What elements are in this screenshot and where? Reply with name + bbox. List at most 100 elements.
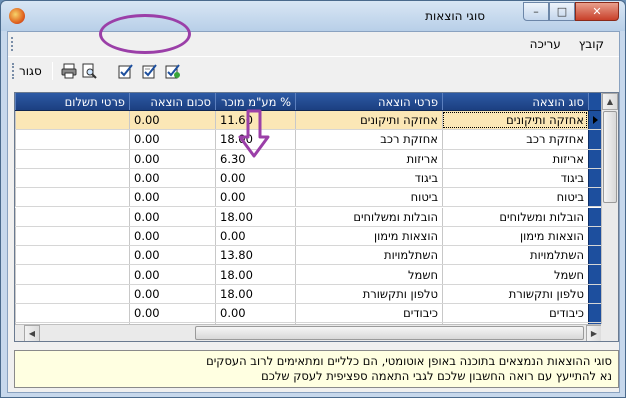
minimize-button[interactable]: – — [523, 2, 549, 21]
cell-expense-type[interactable]: אחזקת רכב — [442, 130, 588, 149]
cell-payment-details[interactable] — [15, 265, 129, 284]
cell-expense-details[interactable]: ביגוד — [295, 168, 442, 188]
scroll-left-button[interactable]: ◀ — [24, 325, 40, 341]
header-payment-details[interactable]: פרטי תשלום — [15, 93, 129, 110]
cell-expense-sum[interactable]: 0.00 — [129, 226, 215, 246]
cell-vat-percent[interactable]: 0.00 — [215, 226, 295, 246]
cell-payment-details[interactable] — [15, 226, 129, 246]
table-row[interactable]: כיבודים כיבודים 0.00 0.00 — [15, 304, 602, 324]
cell-vat-percent[interactable]: 6.30 — [215, 149, 295, 168]
cell-expense-sum[interactable]: 0.00 — [129, 265, 215, 284]
table-row[interactable]: הובלות ומשלוחים הובלות ומשלוחים 18.00 0.00 — [15, 207, 602, 227]
cell-vat-percent[interactable]: 0.00 — [215, 188, 295, 207]
menu-edit[interactable]: עריכה — [521, 37, 570, 51]
cell-payment-details[interactable] — [15, 188, 129, 207]
cell-expense-type[interactable]: השתלמויות — [442, 246, 588, 265]
table-row[interactable]: הוצאות מימון הוצאות מימון 0.00 0.00 — [15, 226, 602, 247]
row-indicator-cell — [588, 265, 602, 284]
table-row[interactable]: ביטוח ביטוח 0.00 0.00 — [15, 188, 602, 208]
table-row[interactable]: טלפון ותקשורת טלפון ותקשורת 18.00 0.00 — [15, 284, 602, 304]
cell-vat-percent[interactable]: 18.00 — [215, 265, 295, 284]
cell-expense-type[interactable]: ביגוד — [442, 168, 588, 188]
cell-expense-details[interactable]: טלפון ותקשורת — [295, 284, 442, 303]
cell-payment-details[interactable] — [15, 304, 129, 323]
cell-expense-sum[interactable]: 0.00 — [129, 149, 215, 168]
approve-check-icon[interactable] — [141, 62, 159, 80]
cell-payment-details[interactable] — [15, 111, 129, 130]
cell-expense-type[interactable]: חשמל — [442, 265, 588, 284]
edit-check-icon[interactable] — [117, 62, 135, 80]
header-vat-percent[interactable]: % מע"מ מוכר — [215, 93, 295, 110]
cell-expense-details[interactable]: אחזקת רכב — [295, 130, 442, 149]
header-expense-details[interactable]: פרטי הוצאה — [295, 93, 442, 110]
cell-expense-sum[interactable]: 0.00 — [129, 111, 215, 130]
cell-expense-sum[interactable]: 0.00 — [129, 304, 215, 323]
vertical-scroll-thumb[interactable] — [603, 111, 617, 203]
header-indicator-cell — [588, 93, 602, 110]
scroll-up-button[interactable]: ▲ — [602, 93, 618, 110]
maximize-button[interactable]: □ — [549, 2, 575, 21]
menu-bar: קובץ עריכה — [8, 32, 619, 56]
header-expense-type[interactable]: סוג הוצאה — [442, 93, 588, 110]
cell-expense-details[interactable]: כיבודים — [295, 304, 442, 323]
print-icon[interactable] — [60, 62, 78, 80]
cell-vat-percent[interactable]: 13.80 — [215, 246, 295, 265]
close-window-button[interactable]: ✕ — [575, 2, 619, 21]
table-row[interactable]: ביגוד ביגוד 0.00 0.00 — [15, 168, 602, 189]
cell-vat-percent[interactable]: 18.00 — [215, 130, 295, 149]
cell-payment-details[interactable] — [15, 207, 129, 226]
menubar-grip[interactable] — [11, 37, 14, 51]
toolbar-grip[interactable] — [12, 63, 15, 79]
window-title: סוגי הוצאות — [425, 9, 485, 23]
table-row[interactable]: חשמל חשמל 18.00 0.00 — [15, 265, 602, 285]
header-expense-sum[interactable]: סכום הוצאה — [129, 93, 215, 110]
add-check-icon[interactable] — [164, 62, 182, 80]
cell-expense-details[interactable]: אחזקה ותיקונים — [295, 111, 442, 130]
app-window: סוגי הוצאות – □ ✕ קובץ עריכה סגור סוג הו… — [0, 0, 626, 398]
cell-expense-type[interactable]: אחזקה ותיקונים — [442, 111, 588, 130]
cell-expense-details[interactable]: השתלמויות — [295, 246, 442, 265]
info-message: סוגי ההוצאות הנמצאים בתוכנה באופן אוטומט… — [14, 350, 619, 388]
cell-expense-type[interactable]: כיבודים — [442, 304, 588, 323]
cell-expense-details[interactable]: הובלות ומשלוחים — [295, 207, 442, 226]
close-toolbar-button[interactable]: סגור — [19, 64, 42, 78]
cell-expense-details[interactable]: אריזות — [295, 149, 442, 168]
cell-expense-details[interactable]: הוצאות מימון — [295, 226, 442, 246]
table-row[interactable]: אריזות אריזות 6.30 0.00 — [15, 149, 602, 169]
cell-payment-details[interactable] — [15, 246, 129, 265]
print-preview-icon[interactable] — [80, 62, 98, 80]
cell-vat-percent[interactable]: 11.60 — [215, 111, 295, 130]
row-indicator-cell — [588, 188, 602, 207]
cell-payment-details[interactable] — [15, 130, 129, 149]
cell-payment-details[interactable] — [15, 284, 129, 303]
scroll-right-button[interactable]: ▶ — [586, 325, 602, 341]
cell-expense-type[interactable]: אריזות — [442, 149, 588, 168]
horizontal-scrollbar[interactable]: ◀ ▶ — [15, 324, 602, 341]
cell-expense-sum[interactable]: 0.00 — [129, 168, 215, 188]
title-bar[interactable]: סוגי הוצאות – □ ✕ — [1, 1, 625, 31]
cell-expense-type[interactable]: ביטוח — [442, 188, 588, 207]
cell-expense-sum[interactable]: 0.00 — [129, 246, 215, 265]
cell-expense-details[interactable]: ביטוח — [295, 188, 442, 207]
vertical-scrollbar[interactable]: ▲ — [601, 93, 618, 325]
cell-expense-type[interactable]: הובלות ומשלוחים — [442, 207, 588, 226]
cell-payment-details[interactable] — [15, 149, 129, 168]
cell-vat-percent[interactable]: 0.00 — [215, 304, 295, 323]
table-row[interactable]: אחזקה ותיקונים אחזקה ותיקונים 11.60 0.00 — [15, 111, 602, 131]
cell-expense-type[interactable]: טלפון ותקשורת — [442, 284, 588, 303]
menu-file[interactable]: קובץ — [570, 37, 613, 51]
expense-types-grid: סוג הוצאה פרטי הוצאה % מע"מ מוכר סכום הו… — [14, 92, 619, 342]
cell-expense-sum[interactable]: 0.00 — [129, 284, 215, 303]
horizontal-scroll-thumb[interactable] — [195, 326, 584, 340]
cell-expense-details[interactable]: חשמל — [295, 265, 442, 284]
cell-vat-percent[interactable]: 18.00 — [215, 284, 295, 303]
cell-expense-type[interactable]: הוצאות מימון — [442, 226, 588, 246]
table-row[interactable]: אחזקת רכב אחזקת רכב 18.00 0.00 — [15, 130, 602, 150]
cell-vat-percent[interactable]: 0.00 — [215, 168, 295, 188]
cell-expense-sum[interactable]: 0.00 — [129, 188, 215, 207]
cell-vat-percent[interactable]: 18.00 — [215, 207, 295, 226]
cell-expense-sum[interactable]: 0.00 — [129, 207, 215, 226]
cell-payment-details[interactable] — [15, 168, 129, 188]
table-row[interactable]: השתלמויות השתלמויות 13.80 0.00 — [15, 246, 602, 266]
cell-expense-sum[interactable]: 0.00 — [129, 130, 215, 149]
